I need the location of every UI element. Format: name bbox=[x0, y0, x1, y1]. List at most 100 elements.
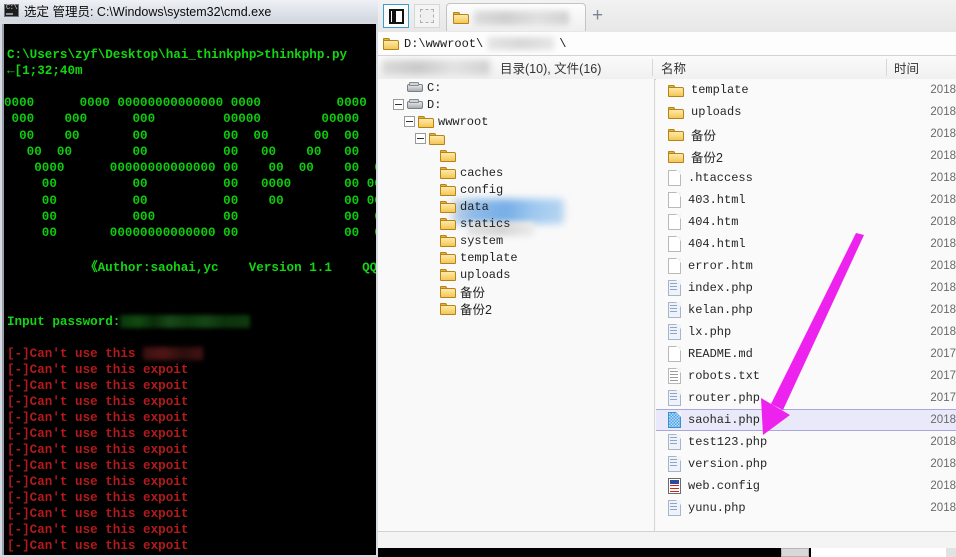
file-row[interactable]: 备份2 2018 bbox=[656, 145, 956, 167]
scrollbar-right-arrow[interactable] bbox=[946, 548, 956, 557]
tree-node[interactable]: C: bbox=[378, 79, 654, 96]
tree-node[interactable]: uploads bbox=[378, 266, 654, 283]
file-row[interactable]: 403.html 2018 bbox=[656, 189, 956, 211]
file-row[interactable]: uploads 2018 bbox=[656, 101, 956, 123]
file-row[interactable]: test123.php 2018 bbox=[656, 431, 956, 453]
log-line: [-]Can't use this expoit bbox=[7, 522, 189, 537]
php-file-icon bbox=[668, 456, 681, 472]
file-date: 2018 bbox=[930, 84, 956, 96]
generic-file-icon bbox=[668, 236, 681, 252]
selected-file-icon bbox=[668, 412, 681, 428]
file-row[interactable]: version.php 2018 bbox=[656, 453, 956, 475]
file-row[interactable]: yunu.php 2018 bbox=[656, 497, 956, 519]
folder-icon bbox=[668, 84, 684, 97]
file-row[interactable]: 404.html 2018 bbox=[656, 233, 956, 255]
file-row[interactable]: saohai.php 2018 bbox=[656, 409, 956, 431]
php-file-icon bbox=[668, 280, 681, 296]
file-date: 2018 bbox=[930, 480, 956, 492]
tree-node[interactable]: statics bbox=[378, 215, 654, 232]
tree-node[interactable] bbox=[378, 130, 654, 147]
column-header-time[interactable]: 时间 bbox=[894, 56, 919, 79]
folder-icon bbox=[668, 106, 684, 119]
file-row[interactable]: README.md 2017 bbox=[656, 343, 956, 365]
select-region-button[interactable] bbox=[414, 4, 440, 28]
new-tab-button[interactable]: + bbox=[592, 6, 603, 25]
tree-node[interactable]: caches bbox=[378, 164, 654, 181]
log-line: [-]Can't use this expoit bbox=[7, 442, 189, 457]
file-name: router.php bbox=[688, 391, 761, 405]
generic-file-icon bbox=[668, 170, 681, 186]
column-header-row: 目录(10), 文件(16) 名称 时间 bbox=[378, 56, 956, 80]
fm-tab-active[interactable] bbox=[446, 3, 586, 31]
file-name: 403.html bbox=[688, 193, 746, 207]
file-name: yunu.php bbox=[688, 501, 746, 515]
folder-icon bbox=[418, 115, 434, 128]
log-line-masked-region bbox=[143, 346, 204, 360]
tree-node[interactable]: config bbox=[378, 181, 654, 198]
tree-expander-minus-icon[interactable] bbox=[404, 116, 415, 127]
tree-expander-minus-icon[interactable] bbox=[393, 99, 404, 110]
file-row[interactable]: router.php 2017 bbox=[656, 387, 956, 409]
cmd-output: C:\Users\zyf\Desktop\hai_thinkphp>thinkp… bbox=[4, 24, 376, 95]
php-file-icon bbox=[668, 434, 681, 450]
screenshot-root: 选定 管理员: C:\Windows\system32\cmd.exe C:\U… bbox=[0, 0, 956, 557]
log-line: [-]Can't use this expoit bbox=[7, 378, 189, 393]
file-row[interactable]: web.config 2018 bbox=[656, 475, 956, 497]
file-date: 2018 bbox=[930, 216, 956, 228]
tree-node[interactable]: D: bbox=[378, 96, 654, 113]
scrollbar-track[interactable] bbox=[811, 548, 946, 557]
php-file-icon bbox=[668, 390, 681, 406]
tree-node[interactable]: system bbox=[378, 232, 654, 249]
tree-node[interactable]: data bbox=[378, 198, 654, 215]
column-header-count[interactable]: 目录(10), 文件(16) bbox=[500, 56, 601, 79]
file-row[interactable]: .htaccess 2018 bbox=[656, 167, 956, 189]
cmd-console-body[interactable]: C:\Users\zyf\Desktop\hai_thinkphp>thinkp… bbox=[2, 24, 376, 555]
horizontal-scrollbar[interactable] bbox=[378, 548, 956, 557]
file-row[interactable]: error.htm 2018 bbox=[656, 255, 956, 277]
ascii-banner-line: 00 000 00 00 00 bbox=[4, 210, 376, 225]
scrollbar-thumb[interactable] bbox=[781, 548, 809, 557]
folder-icon bbox=[429, 132, 445, 145]
file-date: 2018 bbox=[930, 106, 956, 118]
tree-node-label: C: bbox=[427, 80, 442, 95]
file-date: 2018 bbox=[930, 194, 956, 206]
log-line: [-]Can't use this expoit bbox=[7, 474, 189, 489]
file-name: robots.txt bbox=[688, 369, 761, 383]
file-row[interactable]: kelan.php 2018 bbox=[656, 299, 956, 321]
file-row[interactable]: lx.php 2018 bbox=[656, 321, 956, 343]
file-row[interactable]: 备份 2018 bbox=[656, 123, 956, 145]
header-divider[interactable] bbox=[652, 59, 653, 76]
address-bar[interactable]: D:\wwwroot\ \ bbox=[378, 32, 956, 56]
directory-tree-panel[interactable]: C: D: wwwroot caches config data statics system… bbox=[378, 79, 655, 531]
tree-node[interactable]: wwwroot bbox=[378, 113, 654, 130]
log-line-masked: [-]Can't use this bbox=[7, 346, 376, 362]
tree-node[interactable]: 备份 bbox=[378, 283, 654, 300]
cmd-titlebar[interactable]: 选定 管理员: C:\Windows\system32\cmd.exe bbox=[0, 0, 378, 21]
file-name: .htaccess bbox=[688, 171, 753, 185]
address-masked-segment bbox=[488, 37, 555, 50]
tree-node[interactable] bbox=[378, 147, 654, 164]
folder-icon bbox=[440, 217, 456, 230]
folder-icon bbox=[440, 234, 456, 247]
split-view-button[interactable] bbox=[383, 4, 409, 28]
ascii-banner-line: 000 000 000 00000 00000 bbox=[4, 112, 360, 127]
tree-node-label: data bbox=[460, 199, 489, 214]
tree-expander-minus-icon[interactable] bbox=[415, 133, 426, 144]
file-row[interactable]: index.php 2018 bbox=[656, 277, 956, 299]
file-name: README.md bbox=[688, 347, 753, 361]
file-date: 2018 bbox=[930, 172, 956, 184]
tree-node[interactable]: 备份2 bbox=[378, 300, 654, 317]
header-divider[interactable] bbox=[886, 59, 887, 76]
tree-node[interactable]: template bbox=[378, 249, 654, 266]
file-list-panel[interactable]: template 2018 uploads 2018 备份 2018 备份2 2018 .hta… bbox=[656, 79, 956, 531]
file-row[interactable]: robots.txt 2017 bbox=[656, 365, 956, 387]
file-row[interactable]: template 2018 bbox=[656, 79, 956, 101]
file-row[interactable]: 404.htm 2018 bbox=[656, 211, 956, 233]
fm-tabbar: + bbox=[378, 0, 956, 33]
password-prompt-label: Input password: bbox=[7, 314, 121, 329]
php-file-icon bbox=[668, 500, 681, 516]
column-header-name[interactable]: 名称 bbox=[661, 56, 686, 79]
generic-file-icon bbox=[668, 258, 681, 274]
folder-icon bbox=[440, 166, 456, 179]
folder-icon bbox=[383, 37, 399, 50]
